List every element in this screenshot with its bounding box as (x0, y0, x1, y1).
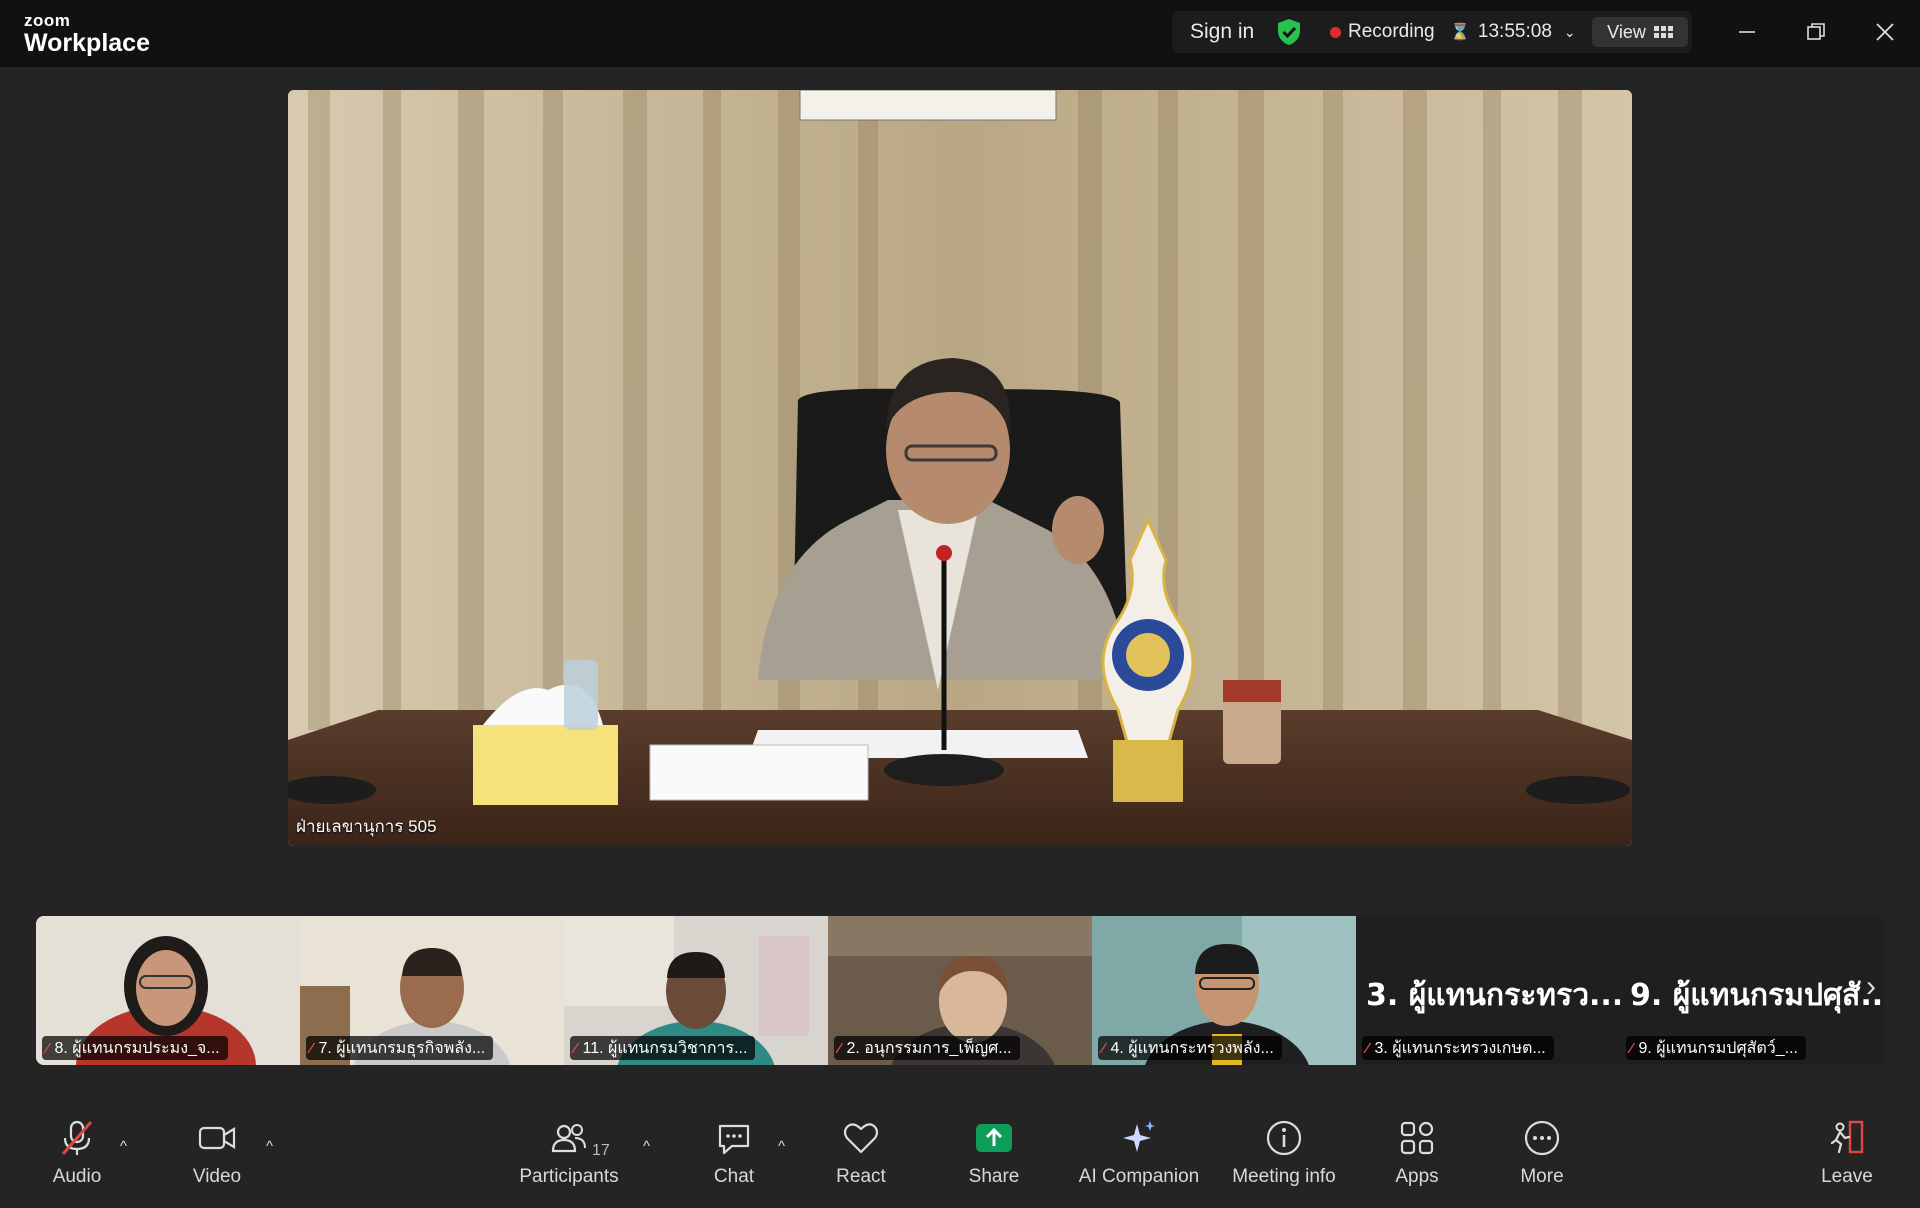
participant-name-label: ⁄ 8. ผู้แทนกรมประมง_จ... (42, 1036, 228, 1060)
chat-options-caret-icon[interactable]: ^ (778, 1138, 785, 1155)
meeting-timer[interactable]: ⌛ 13:55:08 ⌄ (1450, 11, 1576, 53)
participant-count: 17 (592, 1142, 610, 1159)
audio-button[interactable]: Audio (22, 1114, 132, 1204)
more-dots-icon (1522, 1114, 1562, 1162)
participant-name: 4. ผู้แทนกระทรวงพลัง... (1110, 1039, 1274, 1057)
sign-in-button[interactable]: Sign in (1190, 11, 1254, 53)
close-button[interactable] (1863, 12, 1907, 52)
audio-label: Audio (52, 1166, 102, 1187)
title-bar: zoom Workplace Sign in Recording ⌛ 13:55… (0, 0, 1920, 67)
participant-name: 2. อนุกรรมการ_เพ็ญศ... (846, 1039, 1012, 1057)
speaker-video-frame (288, 90, 1632, 846)
timer-text: 13:55:08 (1477, 21, 1552, 42)
view-label: View (1607, 21, 1646, 42)
video-button[interactable]: Video (162, 1114, 272, 1204)
brand-large: Workplace (24, 29, 150, 57)
leave-door-icon (1827, 1114, 1867, 1162)
mic-muted-icon: ⁄ (574, 1039, 577, 1057)
share-screen-icon (974, 1114, 1014, 1162)
chat-label: Chat (713, 1166, 755, 1187)
meeting-status-group: Sign in Recording ⌛ 13:55:08 ⌄ View (1172, 11, 1692, 53)
more-button[interactable]: More (1487, 1114, 1597, 1204)
chat-bubble-icon (714, 1114, 754, 1162)
participant-name: 11. ผู้แทนกรมวิชาการ... (582, 1039, 748, 1057)
mic-muted-icon: ⁄ (838, 1039, 841, 1057)
mic-muted-icon: ⁄ (310, 1039, 313, 1057)
participant-tile[interactable]: ⁄ 2. อนุกรรมการ_เพ็ญศ... (828, 916, 1092, 1065)
leave-label: Leave (1821, 1166, 1873, 1187)
participant-tile[interactable]: ⁄ 8. ผู้แทนกรมประมง_จ... (36, 916, 300, 1065)
participant-tile[interactable]: ⁄ 7. ผู้แทนกรมธุรกิจพลัง... (300, 916, 564, 1065)
recording-dot-icon (1330, 26, 1341, 38)
mic-muted-icon: ⁄ (1102, 1039, 1105, 1057)
ai-companion-button[interactable]: AI Companion (1069, 1114, 1209, 1204)
mic-muted-icon: ⁄ (1630, 1039, 1633, 1057)
shield-check-icon[interactable] (1276, 11, 1302, 53)
restore-button[interactable] (1794, 12, 1838, 52)
apps-label: Apps (1395, 1166, 1439, 1187)
participant-tile[interactable]: ⁄ 11. ผู้แทนกรมวิชาการ... (564, 916, 828, 1065)
restore-icon (1807, 23, 1825, 40)
participant-name: 7. ผู้แทนกรมธุรกิจพลัง... (318, 1039, 486, 1057)
mic-muted-icon: ⁄ (46, 1039, 49, 1057)
leave-button[interactable]: Leave (1792, 1114, 1902, 1204)
participant-tile[interactable]: 9. ผู้แทนกรมปศุสั... ⁄ 9. ผู้แทนกรมปศุสั… (1620, 916, 1884, 1065)
react-button[interactable]: React (806, 1114, 916, 1204)
minimize-icon (1739, 31, 1755, 33)
minimize-button[interactable] (1725, 12, 1769, 52)
chat-button[interactable]: Chat (679, 1114, 789, 1204)
audio-options-caret-icon[interactable]: ^ (120, 1138, 127, 1155)
participant-name-label: ⁄ 2. อนุกรรมการ_เพ็ญศ... (834, 1036, 1020, 1060)
participant-name-label: ⁄ 4. ผู้แทนกระทรวงพลัง... (1098, 1036, 1282, 1060)
sparkle-icon (1119, 1114, 1159, 1162)
meeting-info-label: Meeting info (1232, 1166, 1336, 1187)
participant-display-name: 3. ผู้แทนกระทรว... (1366, 978, 1620, 1013)
video-label: Video (192, 1166, 242, 1187)
react-label: React (836, 1166, 886, 1187)
meeting-info-button[interactable]: Meeting info (1214, 1114, 1354, 1204)
mic-muted-icon: ⁄ (1366, 1039, 1369, 1057)
heart-icon (841, 1114, 881, 1162)
close-icon (1876, 23, 1894, 41)
hourglass-icon: ⌛ (1450, 24, 1470, 41)
speaker-name-tag: ฝ่ายเลขานุการ 505 (296, 817, 437, 836)
video-camera-icon (197, 1114, 237, 1162)
recording-label: Recording (1348, 21, 1435, 42)
apps-button[interactable]: Apps (1362, 1114, 1472, 1204)
participant-tile[interactable]: ⁄ 4. ผู้แทนกระทรวงพลัง... (1092, 916, 1356, 1065)
chevron-down-icon: ⌄ (1563, 23, 1576, 40)
participants-label: Participants (519, 1166, 619, 1187)
ai-companion-label: AI Companion (1078, 1166, 1200, 1187)
share-label: Share (968, 1166, 1020, 1187)
more-label: More (1520, 1166, 1564, 1187)
brand-small: zoom (24, 11, 71, 30)
participant-name: 9. ผู้แทนกรมปศุสัตว์_... (1638, 1039, 1798, 1057)
participant-name: 3. ผู้แทนกระทรวงเกษต... (1374, 1039, 1546, 1057)
participants-options-caret-icon[interactable]: ^ (643, 1138, 650, 1155)
view-button[interactable]: View (1592, 17, 1688, 47)
participant-name-label: ⁄ 7. ผู้แทนกรมธุรกิจพลัง... (306, 1036, 494, 1060)
mic-muted-icon (57, 1114, 97, 1162)
zoom-workplace-logo: zoom Workplace (24, 12, 150, 56)
apps-icon (1397, 1114, 1437, 1162)
participant-name: 8. ผู้แทนกรมประมง_จ... (54, 1039, 220, 1057)
grid-icon (1653, 26, 1673, 38)
active-speaker-video[interactable]: ฝ่ายเลขานุการ 505 (288, 90, 1632, 846)
participant-display-name: 9. ผู้แทนกรมปศุสั... (1630, 978, 1884, 1013)
meeting-toolbar: Audio ^ Video ^ Participants 17 ^ Chat ^… (0, 1110, 1920, 1208)
participant-name-label: ⁄ 11. ผู้แทนกรมวิชาการ... (570, 1036, 756, 1060)
share-button[interactable]: Share (939, 1114, 1049, 1204)
participant-thumbnail-strip: ⁄ 8. ผู้แทนกรมประมง_จ... ⁄ 7. ผู้แทนกรมธ… (36, 916, 1884, 1065)
info-icon (1264, 1114, 1304, 1162)
video-options-caret-icon[interactable]: ^ (266, 1138, 273, 1155)
participant-name-label: ⁄ 3. ผู้แทนกระทรวงเกษต... (1362, 1036, 1554, 1060)
participants-icon (549, 1114, 589, 1162)
recording-indicator[interactable]: Recording (1330, 11, 1435, 53)
participant-name-label: ⁄ 9. ผู้แทนกรมปศุสัตว์_... (1626, 1036, 1806, 1060)
next-page-chevron-icon[interactable]: › (1866, 970, 1876, 1004)
participant-tile[interactable]: 3. ผู้แทนกระทรว... ⁄ 3. ผู้แทนกระทรวงเกษ… (1356, 916, 1620, 1065)
